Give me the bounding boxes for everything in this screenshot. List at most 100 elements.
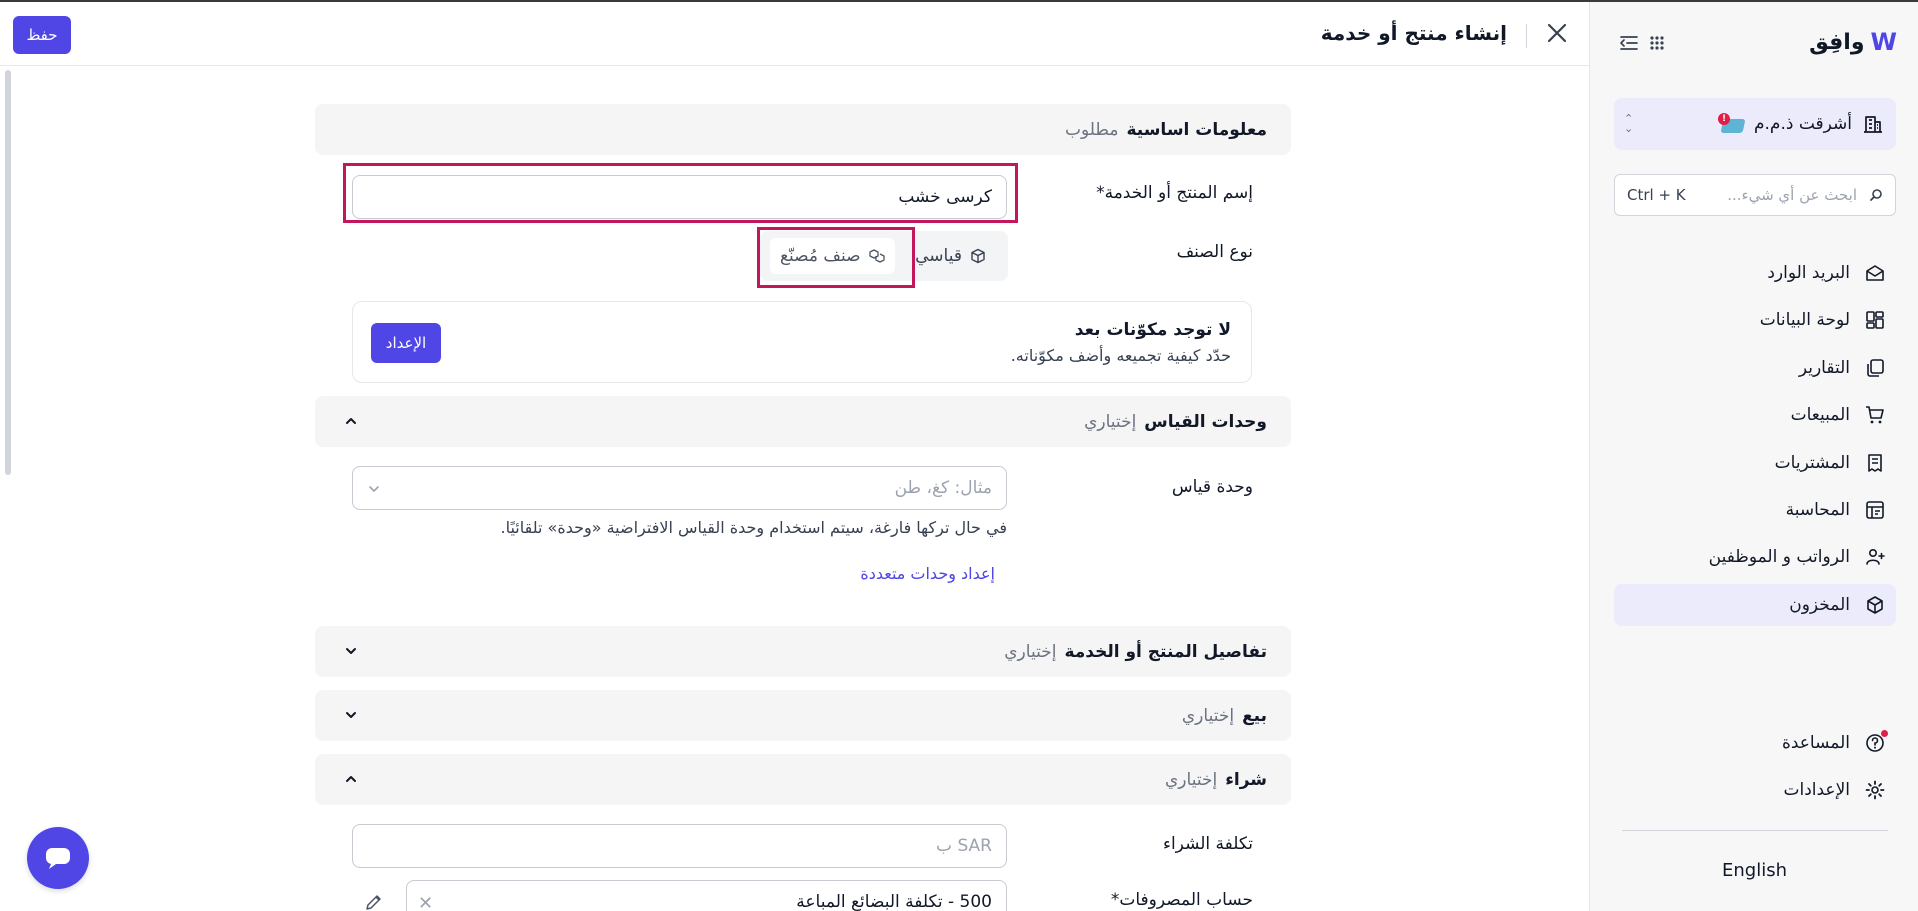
logo-mark-icon: W <box>1870 28 1897 56</box>
purchase-cost-label: تكلفة الشراء <box>1162 834 1253 854</box>
chevron-up-icon[interactable] <box>343 413 359 429</box>
section-purchase[interactable]: شراء إختياري <box>315 754 1291 805</box>
page-title: إنشاء منتج أو خدمة <box>1320 21 1507 45</box>
highlight-box <box>757 227 915 288</box>
sidebar-item-label: المخزون <box>1789 594 1850 615</box>
product-name-value: كرسى خشب <box>898 187 992 207</box>
sidebar-search[interactable]: ابحث عن أي شيء... Ctrl + K <box>1614 174 1896 216</box>
sidebar: W وافِق أشرقت ذ.م.م ! ⌃ ⌄ ابحث عن أي شيء.… <box>1589 2 1918 911</box>
unit-placeholder: مثال: كغ، طن <box>894 478 992 498</box>
section-subtitle: إختياري <box>1084 411 1137 432</box>
sidebar-top: W وافِق <box>1590 28 1918 62</box>
expense-account-label: حساب المصروفات* <box>1110 890 1253 910</box>
save-button[interactable]: حفظ <box>13 16 71 54</box>
dashboard-icon <box>1864 309 1886 331</box>
close-icon[interactable] <box>1542 18 1572 48</box>
sidebar-item-sales[interactable]: المبيعات <box>1614 394 1896 436</box>
purchase-cost-placeholder: SAR ب <box>936 836 992 856</box>
section-sell[interactable]: بيع إختياري <box>315 690 1291 741</box>
components-desc: حدّد كيفية تجميعه وأضف مكوّناته. <box>1010 346 1231 365</box>
section-title: وحدات القياس <box>1144 411 1267 432</box>
search-shortcut: Ctrl + K <box>1627 186 1686 204</box>
sidebar-item-payroll[interactable]: الرواتب و الموظفين <box>1614 536 1896 578</box>
brand-logo[interactable]: W وافِق <box>1809 28 1897 56</box>
section-title: شراء <box>1225 769 1267 790</box>
section-basic-info: معلومات اساسية مطلوب <box>315 104 1291 155</box>
company-logo: ! <box>1718 113 1746 135</box>
section-details[interactable]: تفاصيل المنتج أو الخدمة إختياري <box>315 626 1291 677</box>
sidebar-item-inbox[interactable]: البريد الوارد <box>1614 252 1896 294</box>
company-switcher[interactable]: أشرقت ذ.م.م ! ⌃ ⌄ <box>1614 98 1896 150</box>
sidebar-item-purchases[interactable]: المشتريات <box>1614 442 1896 484</box>
components-title: لا توجد مكوّنات بعد <box>1074 320 1231 340</box>
section-units[interactable]: وحدات القياس إختياري <box>315 396 1291 447</box>
purchase-cost-input[interactable]: SAR ب <box>352 824 1007 868</box>
chat-button[interactable] <box>27 827 89 889</box>
setup-button[interactable]: الإعداد <box>371 323 441 363</box>
building-icon <box>1862 113 1884 135</box>
reports-icon <box>1864 357 1886 379</box>
chevron-down-icon[interactable] <box>343 643 359 659</box>
sidebar-nav: البريد الوارد لوحة البيانات التقارير الم… <box>1614 252 1896 631</box>
section-subtitle: إختياري <box>1004 641 1057 662</box>
ledger-icon <box>1864 499 1886 521</box>
sidebar-item-label: الرواتب و الموظفين <box>1708 547 1850 568</box>
section-title: معلومات اساسية <box>1126 119 1267 140</box>
search-placeholder: ابحث عن أي شيء... <box>1727 186 1857 204</box>
box-icon <box>971 248 985 264</box>
unit-hint: في حال تركها فارغة، سيتم استخدام وحدة ال… <box>500 518 1007 537</box>
help-icon <box>1864 730 1888 754</box>
chevron-up-icon[interactable] <box>343 771 359 787</box>
section-title: تفاصيل المنتج أو الخدمة <box>1064 641 1267 662</box>
box-icon <box>1864 594 1886 616</box>
section-subtitle: إختياري <box>1181 705 1235 726</box>
company-name: أشرقت ذ.م.م <box>1754 114 1852 134</box>
sidebar-item-label: لوحة البيانات <box>1759 310 1850 331</box>
chevron-down-icon[interactable] <box>343 707 359 723</box>
type-standard-option[interactable]: قياسي <box>905 238 996 274</box>
sidebar-item-label: المبيعات <box>1790 405 1850 426</box>
receipt-icon <box>1864 452 1886 474</box>
edit-icon[interactable] <box>364 892 386 911</box>
sidebar-item-label: المحاسبة <box>1785 499 1850 520</box>
users-icon <box>1864 546 1886 568</box>
apps-grid-icon[interactable] <box>1644 30 1670 56</box>
alert-badge: ! <box>1718 113 1730 125</box>
sidebar-item-settings[interactable]: الإعدادات <box>1614 769 1896 811</box>
section-title: بيع <box>1242 705 1267 726</box>
sidebar-item-help[interactable]: المساعدة <box>1614 722 1896 764</box>
product-name-input[interactable]: كرسى خشب <box>352 175 1007 219</box>
sidebar-item-dashboard[interactable]: لوحة البيانات <box>1614 299 1896 341</box>
sidebar-item-reports[interactable]: التقارير <box>1614 347 1896 389</box>
sidebar-item-label: الإعدادات <box>1783 780 1850 801</box>
product-name-label: إسم المنتج أو الخدمة* <box>1096 183 1253 203</box>
sidebar-item-inventory[interactable]: المخزون <box>1614 583 1896 626</box>
sidebar-item-accounting[interactable]: المحاسبة <box>1614 489 1896 531</box>
brand-name: وافِق <box>1809 29 1865 55</box>
sidebar-item-label: المشتريات <box>1774 452 1850 473</box>
inbox-icon <box>1864 262 1886 284</box>
section-subtitle: إختياري <box>1165 769 1218 790</box>
sidebar-item-label: التقارير <box>1798 357 1850 378</box>
chevron-down-icon <box>367 481 381 495</box>
gear-icon <box>1864 779 1886 801</box>
chat-icon <box>46 848 70 869</box>
multi-units-link[interactable]: إعداد وحدات متعددة <box>860 564 995 583</box>
language-switch[interactable]: English <box>1590 860 1918 881</box>
notification-dot <box>1881 730 1888 737</box>
page-header: حفظ إنشاء منتج أو خدمة <box>0 2 1589 66</box>
unit-label: وحدة قياس <box>1171 477 1253 497</box>
chevron-updown-icon: ⌃ ⌄ <box>1624 112 1634 135</box>
expense-account-select[interactable]: 500 - تكلفة البضائع المباعة <box>406 880 1007 911</box>
sidebar-bottom-nav: المساعدة الإعدادات <box>1614 722 1896 817</box>
sidebar-item-label: البريد الوارد <box>1767 263 1850 283</box>
cart-icon <box>1864 404 1886 426</box>
item-type-label: نوع الصنف <box>1176 242 1253 262</box>
unit-select[interactable]: مثال: كغ، طن <box>352 466 1007 510</box>
components-card: لا توجد مكوّنات بعد حدّد كيفية تجميعه وأ… <box>352 301 1252 383</box>
search-icon <box>1867 187 1883 203</box>
expense-account-value: 500 - تكلفة البضائع المباعة <box>796 892 992 911</box>
scrollbar[interactable] <box>5 70 11 475</box>
collapse-sidebar-icon[interactable] <box>1616 30 1642 56</box>
clear-icon[interactable]: ✕ <box>418 893 433 911</box>
